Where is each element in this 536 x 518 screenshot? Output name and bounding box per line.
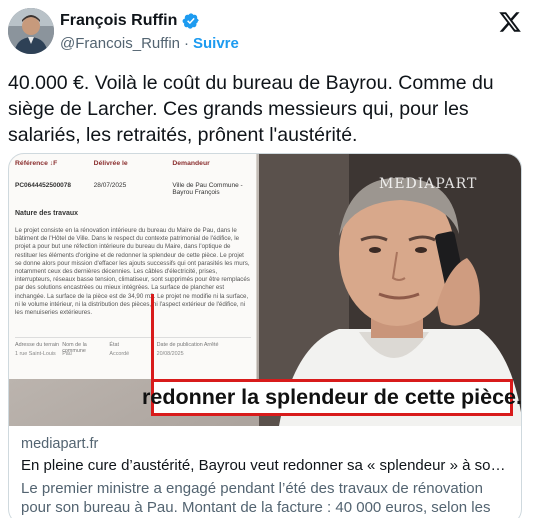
document-cell: 28/07/2025	[93, 182, 127, 189]
document-cell: PC0644452500078	[15, 182, 72, 189]
document-footer-cell: Pau	[62, 351, 72, 357]
author-display-name[interactable]: François Ruffin	[60, 12, 177, 30]
document-row: PC0644452500078 28/07/2025 Ville de Pau …	[15, 182, 251, 196]
permit-document: Référence ↓F Délivrée le Demandeur PC064…	[9, 154, 257, 379]
link-preview-card[interactable]: Référence ↓F Délivrée le Demandeur PC064…	[8, 153, 522, 518]
card-title[interactable]: En pleine cure d’austérité, Bayrou veut …	[21, 457, 511, 474]
author-line: François Ruffin	[60, 12, 200, 30]
highlight-caption-box: redonner la splendeur de cette pièce.	[142, 379, 521, 416]
document-footer-cell	[204, 351, 251, 357]
document-cell: Ville de Pau Commune - Bayrou François	[172, 182, 243, 196]
mediapart-watermark: MEDIAPART	[379, 176, 478, 192]
document-footer-row: 1 rue Saint-Louis Pau Accordé 20/08/2025	[15, 351, 251, 357]
card-description: Le premier ministre a engagé pendant l’é…	[21, 480, 491, 516]
follow-button[interactable]: Suivre	[193, 35, 239, 52]
document-footer-cell: Accordé	[109, 351, 130, 357]
document-header: Référence ↓F	[15, 160, 58, 167]
verified-badge-icon	[182, 12, 200, 30]
tweet-header: François Ruffin @Francois_Ruffin · Suivr…	[8, 6, 528, 60]
card-meta[interactable]: mediapart.fr En pleine cure d’austérité,…	[9, 426, 521, 518]
x-logo-icon[interactable]	[498, 10, 522, 34]
author-handle[interactable]: @Francois_Ruffin	[60, 35, 180, 52]
document-body: Le projet consiste en la rénovation inté…	[15, 227, 250, 317]
author-avatar[interactable]	[8, 8, 54, 54]
document-footer-cell: 20/08/2025	[156, 351, 184, 357]
avatar-photo-icon	[8, 8, 54, 54]
card-domain[interactable]: mediapart.fr	[21, 436, 511, 452]
document-header: Délivrée le	[93, 160, 128, 167]
callout-line	[151, 294, 154, 382]
document-footer-cell: 1 rue Saint-Louis	[15, 351, 56, 357]
document-headers: Référence ↓F Délivrée le Demandeur	[15, 160, 251, 182]
separator-dot: ·	[184, 35, 189, 52]
highlight-caption: redonner la splendeur de cette pièce.	[142, 385, 522, 409]
tweet-text: 40.000 €. Voilà le coût du bureau de Bay…	[8, 72, 494, 146]
handle-line: @Francois_Ruffin · Suivre	[60, 35, 239, 52]
card-image[interactable]: Référence ↓F Délivrée le Demandeur PC064…	[9, 154, 521, 426]
document-section-title: Nature des travaux	[15, 210, 79, 217]
document-header: Demandeur	[172, 160, 210, 167]
